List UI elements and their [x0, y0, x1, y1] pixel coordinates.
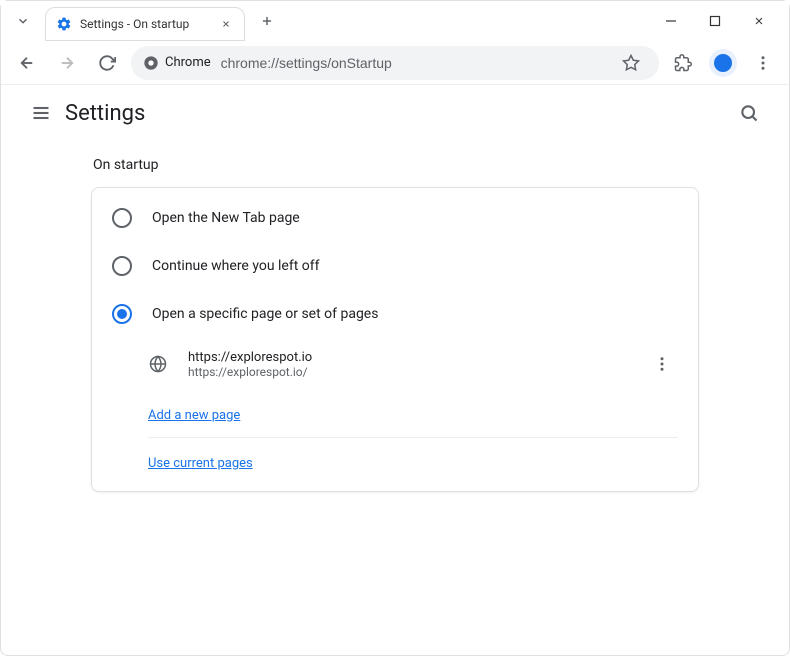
option-new-tab[interactable]: Open the New Tab page — [92, 194, 698, 242]
search-settings-button[interactable] — [729, 93, 769, 133]
browser-toolbar: Chrome — [1, 41, 789, 85]
window-controls — [657, 7, 781, 35]
extensions-button[interactable] — [667, 47, 699, 79]
use-current-row: Use current pages — [92, 438, 698, 485]
option-label: Open a specific page or set of pages — [152, 306, 378, 322]
add-page-link[interactable]: Add a new page — [148, 408, 240, 423]
new-tab-button[interactable] — [253, 7, 281, 35]
tab-search-button[interactable] — [9, 7, 37, 35]
avatar-icon — [709, 49, 737, 77]
forward-button[interactable] — [51, 47, 83, 79]
option-label: Continue where you left off — [152, 258, 320, 274]
maximize-button[interactable] — [701, 7, 729, 35]
back-button[interactable] — [11, 47, 43, 79]
globe-icon — [148, 354, 168, 374]
reload-button[interactable] — [91, 47, 123, 79]
option-continue[interactable]: Continue where you left off — [92, 242, 698, 290]
option-specific-pages[interactable]: Open a specific page or set of pages — [92, 290, 698, 338]
minimize-button[interactable] — [657, 7, 685, 35]
section-title: On startup — [91, 157, 699, 173]
chrome-badge: Chrome — [143, 55, 211, 71]
page-menu-button[interactable] — [646, 348, 678, 380]
radio-icon — [112, 304, 132, 324]
bookmark-star-icon[interactable] — [615, 47, 647, 79]
page-title: Settings — [65, 101, 145, 126]
add-page-row: Add a new page — [92, 390, 698, 437]
settings-header: Settings — [1, 85, 789, 141]
url-input[interactable] — [221, 55, 605, 71]
radio-icon — [112, 208, 132, 228]
window-titlebar: Settings - On startup — [1, 1, 789, 41]
tab-title: Settings - On startup — [80, 17, 210, 31]
gear-icon — [56, 16, 72, 32]
profile-button[interactable] — [707, 47, 739, 79]
startup-options-card: Open the New Tab page Continue where you… — [91, 187, 699, 492]
settings-content: On startup Open the New Tab page Continu… — [1, 141, 789, 508]
browser-tab[interactable]: Settings - On startup — [45, 7, 245, 41]
use-current-link[interactable]: Use current pages — [148, 456, 253, 471]
close-window-button[interactable] — [745, 7, 773, 35]
option-label: Open the New Tab page — [152, 210, 300, 226]
close-tab-icon[interactable] — [218, 16, 234, 32]
address-bar[interactable]: Chrome — [131, 46, 659, 80]
radio-icon — [112, 256, 132, 276]
startup-page-title: https://explorespot.io — [188, 350, 646, 365]
kebab-menu-button[interactable] — [747, 47, 779, 79]
hamburger-menu-button[interactable] — [21, 93, 61, 133]
startup-page-url: https://explorespot.io/ — [188, 365, 646, 379]
startup-page-row: https://explorespot.io https://exploresp… — [92, 338, 698, 390]
